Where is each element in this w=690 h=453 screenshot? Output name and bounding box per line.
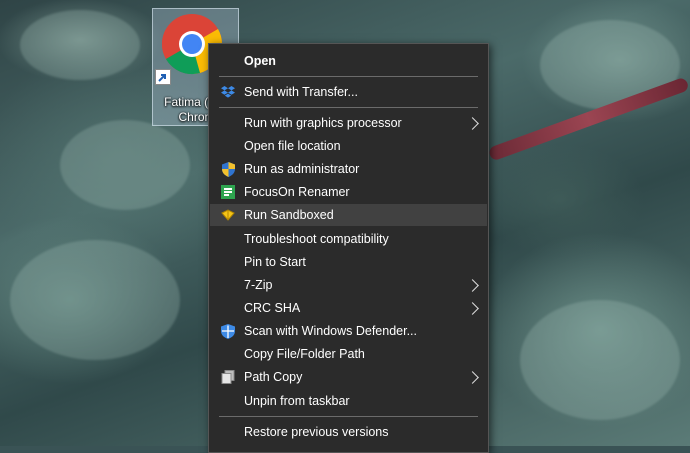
chevron-right-icon <box>466 116 479 130</box>
menu-item-copy-file-folder-path[interactable]: Copy File/Folder Path <box>210 343 487 365</box>
shortcut-arrow-icon <box>155 69 171 85</box>
menu-item-label: Open file location <box>244 139 341 153</box>
menu-item-run-as-administrator[interactable]: Run as administrator <box>210 158 487 180</box>
menu-item-path-copy[interactable]: Path Copy <box>210 366 487 388</box>
menu-item-send-with-transfer[interactable]: Send with Transfer... <box>210 81 487 103</box>
menu-item-scan-with-windows-defender[interactable]: Scan with Windows Defender... <box>210 320 487 342</box>
menu-item-open[interactable]: Open <box>210 50 487 72</box>
menu-item-label: Send with Transfer... <box>244 85 358 99</box>
chevron-right-icon <box>466 301 479 315</box>
menu-item-label: Run with graphics processor <box>244 116 402 130</box>
menu-separator <box>219 416 478 417</box>
menu-item-pin-to-start[interactable]: Pin to Start <box>210 251 487 273</box>
menu-item-label: Run Sandboxed <box>244 208 334 222</box>
menu-item-label: CRC SHA <box>244 301 301 315</box>
menu-item-label: Scan with Windows Defender... <box>244 324 417 338</box>
menu-item-label: Pin to Start <box>244 255 306 269</box>
menu-item-crc-sha[interactable]: CRC SHA <box>210 297 487 319</box>
menu-item-open-file-location[interactable]: Open file location <box>210 135 487 157</box>
menu-item-label: 7-Zip <box>244 278 273 292</box>
path-copy-icon <box>220 369 236 385</box>
menu-separator <box>219 107 478 108</box>
menu-item-label: Path Copy <box>244 370 303 384</box>
menu-item-label: Unpin from taskbar <box>244 394 350 408</box>
menu-item-label: FocusOn Renamer <box>244 185 350 199</box>
menu-item-focuson-renamer[interactable]: FocusOn Renamer <box>210 181 487 203</box>
menu-item-label: Restore previous versions <box>244 425 389 439</box>
menu-item-label: Copy File/Folder Path <box>244 347 365 361</box>
menu-separator <box>219 76 478 77</box>
chevron-right-icon <box>466 370 479 384</box>
context-menu: Open Send with Transfer... Run with grap… <box>208 43 489 453</box>
sandboxie-icon <box>220 207 236 223</box>
windows-defender-icon <box>220 323 236 339</box>
wallpaper-foliage <box>60 120 190 210</box>
menu-item-restore-previous-versions[interactable]: Restore previous versions <box>210 421 487 443</box>
menu-item-run-with-graphics-processor[interactable]: Run with graphics processor <box>210 112 487 134</box>
wallpaper-foliage <box>20 10 140 80</box>
menu-item-label: Troubleshoot compatibility <box>244 232 389 246</box>
focuson-renamer-icon <box>220 184 236 200</box>
menu-item-label: Run as administrator <box>244 162 360 176</box>
dropbox-icon <box>220 84 236 100</box>
chevron-right-icon <box>466 278 479 292</box>
menu-item-troubleshoot-compatibility[interactable]: Troubleshoot compatibility <box>210 228 487 250</box>
uac-shield-icon <box>220 161 236 177</box>
menu-item-run-sandboxed[interactable]: Run Sandboxed <box>210 204 487 226</box>
wallpaper-foliage <box>520 300 680 420</box>
wallpaper-foliage <box>10 240 180 360</box>
menu-item-label: Open <box>244 54 276 68</box>
menu-item-7-zip[interactable]: 7-Zip <box>210 274 487 296</box>
menu-item-unpin-from-taskbar[interactable]: Unpin from taskbar <box>210 390 487 412</box>
